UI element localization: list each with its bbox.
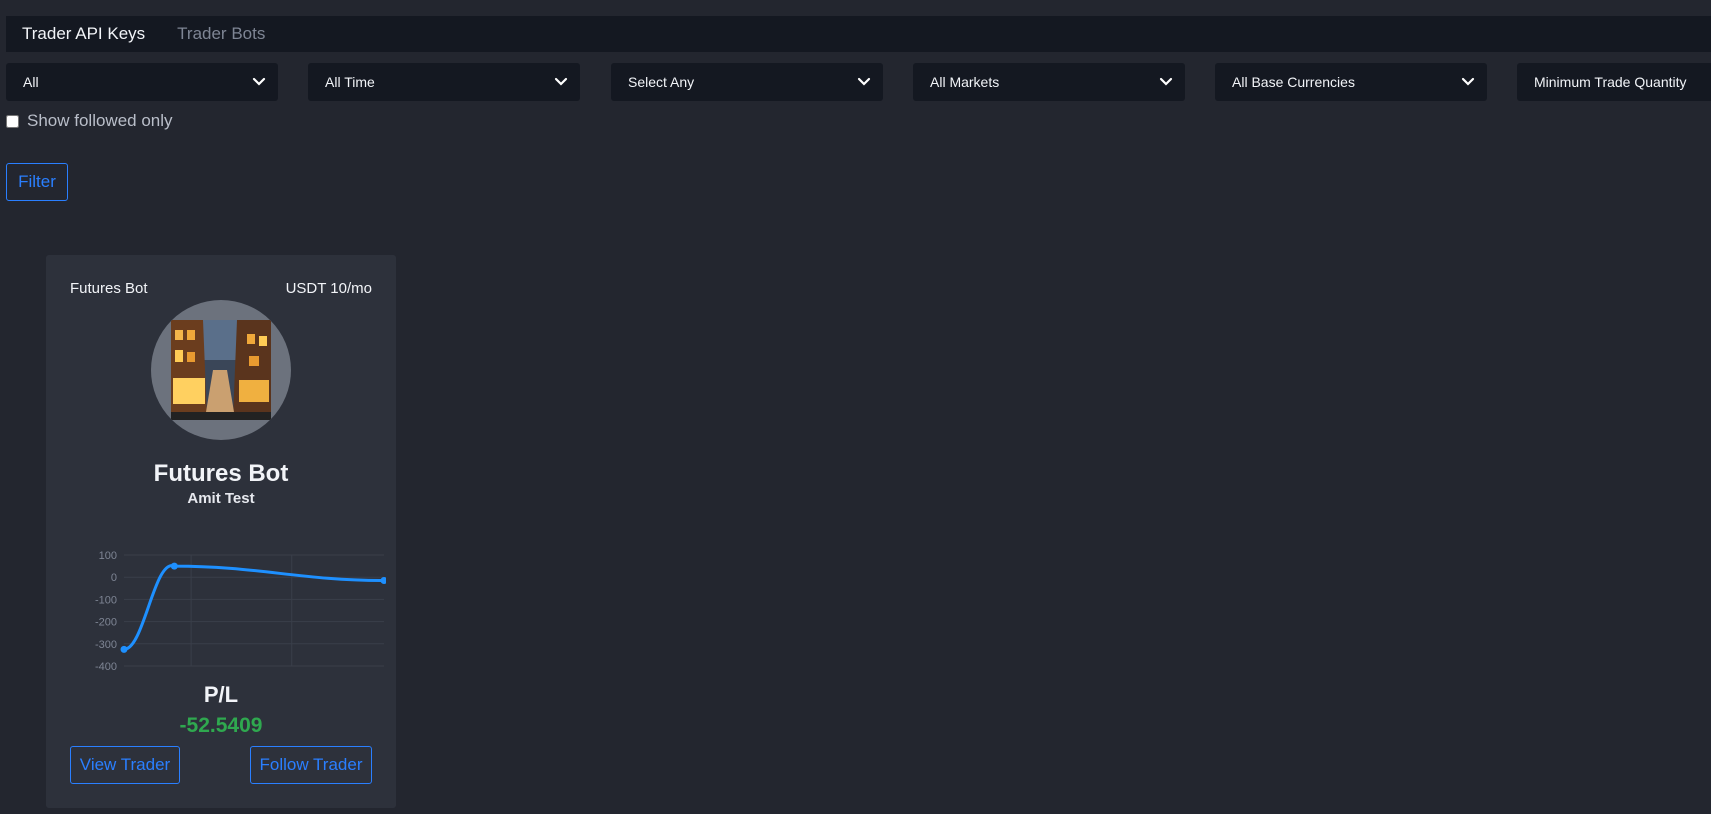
y-tick-label: 100 — [99, 550, 117, 562]
trader-card: Futures Bot USDT 10/mo Futures Bot Amit … — [46, 255, 396, 808]
avatar — [151, 300, 291, 440]
pl-data-point — [170, 562, 178, 570]
type-select[interactable]: All — [6, 63, 278, 101]
follow-trader-button[interactable]: Follow Trader — [250, 746, 372, 784]
chevron-down-icon — [1159, 75, 1173, 89]
show-followed-toggle[interactable]: Show followed only — [6, 111, 173, 131]
y-tick-label: 0 — [111, 572, 117, 584]
markets-select[interactable]: All Markets — [913, 63, 1185, 101]
subscription-price: USDT 10/mo — [285, 280, 372, 297]
bot-name: Futures Bot — [153, 460, 289, 487]
street-photo-image — [171, 320, 271, 420]
y-tick-label: -300 — [95, 639, 117, 651]
chevron-down-icon — [554, 75, 568, 89]
tab-bar: Trader API Keys Trader Bots — [6, 16, 1711, 52]
pl-line-chart: 100 0 -100 -200 -300 -400 3PM 4PM — [95, 550, 386, 675]
min-trade-quantity-select-value: Minimum Trade Quantity — [1534, 74, 1687, 90]
y-tick-label: -200 — [95, 617, 117, 629]
card-header: Futures Bot USDT 10/mo — [70, 280, 372, 297]
y-tick-label: -100 — [95, 594, 117, 606]
time-select-value: All Time — [325, 74, 375, 90]
time-select[interactable]: All Time — [308, 63, 580, 101]
markets-select-value: All Markets — [930, 74, 1000, 90]
view-trader-button[interactable]: View Trader — [70, 746, 180, 784]
y-tick-label: -400 — [95, 661, 117, 673]
pl-label: P/L — [203, 682, 239, 707]
show-followed-label: Show followed only — [27, 111, 173, 130]
chevron-down-icon — [252, 75, 266, 89]
tab-trader-bots[interactable]: Trader Bots — [177, 24, 265, 44]
x-tick-label: 3PM — [180, 674, 203, 675]
pl-data-point — [120, 645, 128, 653]
chevron-down-icon — [857, 75, 871, 89]
min-trade-quantity-select[interactable]: Minimum Trade Quantity — [1517, 63, 1711, 101]
base-currency-select[interactable]: All Base Currencies — [1215, 63, 1487, 101]
filter-button[interactable]: Filter — [6, 163, 68, 201]
type-select-value: All — [23, 74, 39, 90]
filter-bar: All All Time Select Any All Markets All … — [6, 63, 1711, 101]
chevron-down-icon — [1461, 75, 1475, 89]
show-followed-checkbox[interactable] — [6, 114, 19, 128]
pl-data-point — [380, 577, 386, 585]
any-select-value: Select Any — [628, 74, 695, 90]
bot-type-label: Futures Bot — [70, 280, 148, 297]
base-currency-select-value: All Base Currencies — [1232, 74, 1355, 90]
x-tick-label: 4PM — [280, 674, 303, 675]
trader-owner-name: Amit Test — [187, 490, 255, 507]
pl-series-line — [122, 564, 386, 651]
tab-trader-api-keys[interactable]: Trader API Keys — [22, 24, 145, 44]
pl-value: -52.5409 — [179, 714, 263, 737]
any-select[interactable]: Select Any — [611, 63, 883, 101]
